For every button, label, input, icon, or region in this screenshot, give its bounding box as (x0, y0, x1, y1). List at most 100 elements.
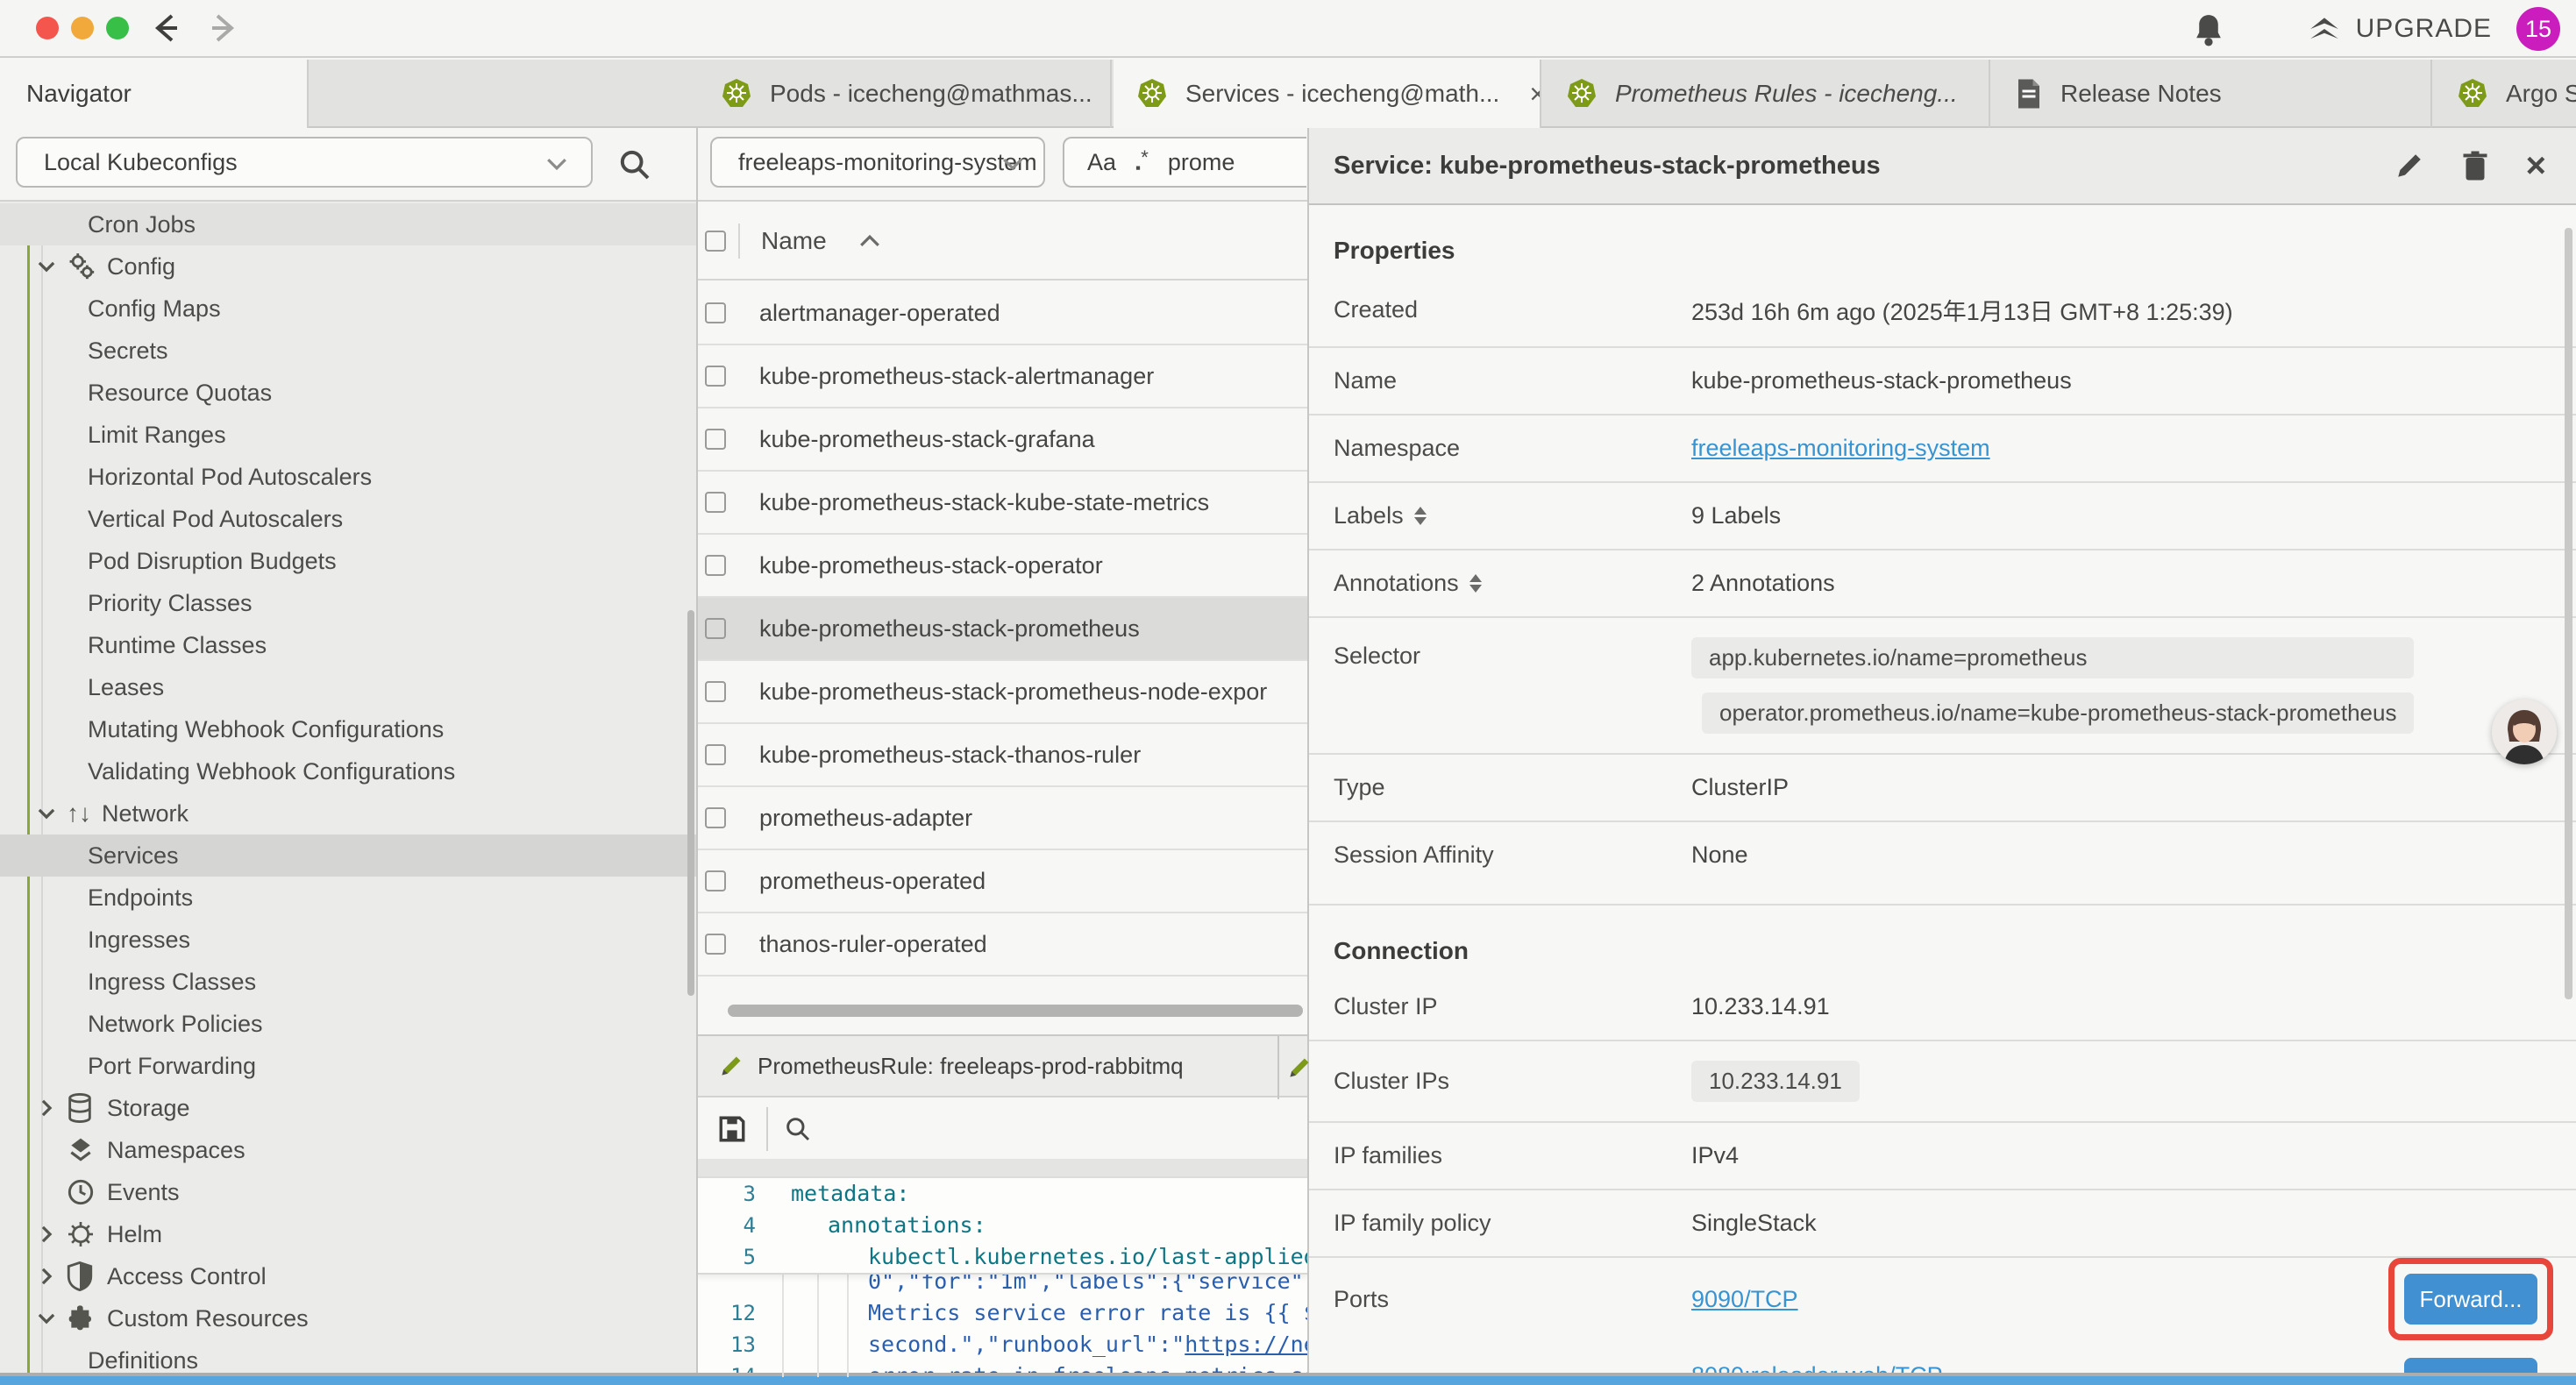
sidebar-item-ingress-classes[interactable]: Ingress Classes (0, 961, 696, 1003)
name-column-header[interactable]: Name (761, 227, 827, 255)
selector-chip[interactable]: operator.prometheus.io/name=kube-prometh… (1702, 692, 2414, 734)
table-row-selected[interactable]: kube-prometheus-stack-prometheus (698, 598, 1307, 661)
minimize-traffic-light[interactable] (71, 17, 94, 39)
table-row[interactable]: kube-prometheus-stack-operator (698, 535, 1307, 598)
sidebar-section-config[interactable]: Config (0, 245, 696, 288)
back-arrow-icon[interactable] (147, 9, 186, 47)
edit-pencil-icon[interactable] (2395, 151, 2424, 181)
row-checkbox[interactable] (705, 681, 726, 702)
upgrade-button[interactable]: UPGRADE (2307, 12, 2492, 46)
sidebar-item-endpoints[interactable]: Endpoints (0, 877, 696, 919)
sidebar-section-access-control[interactable]: Access Control (0, 1255, 696, 1297)
sidebar-item-cron-jobs[interactable]: Cron Jobs (0, 203, 696, 245)
kubeconfig-selector[interactable]: Local Kubeconfigs (16, 137, 593, 188)
sidebar-item-validating-webhook-configurations[interactable]: Validating Webhook Configurations (0, 750, 696, 792)
sidebar-item-horizontal-pod-autoscalers[interactable]: Horizontal Pod Autoscalers (0, 456, 696, 498)
sidebar-item-mutating-webhook-configurations[interactable]: Mutating Webhook Configurations (0, 708, 696, 750)
row-checkbox[interactable] (705, 870, 726, 891)
table-row[interactable]: prometheus-operated (698, 850, 1307, 913)
sidebar-item-leases[interactable]: Leases (0, 666, 696, 708)
panel-scrollbar[interactable] (2565, 228, 2572, 999)
namespace-filter-selector[interactable]: freeleaps-monitoring-system (710, 137, 1045, 188)
expand-collapse-icon[interactable] (1414, 507, 1427, 525)
editor-tab-title[interactable]: PrometheusRule: freeleaps-prod-rabbitmq (758, 1053, 1184, 1080)
table-row[interactable]: prometheus-adapter (698, 787, 1307, 850)
row-checkbox[interactable] (705, 366, 726, 387)
tab-pods[interactable]: Pods - icecheng@mathmas... (698, 60, 1112, 128)
labels-count[interactable]: 9 Labels (1691, 502, 1781, 529)
chevron-right-icon[interactable] (35, 1265, 58, 1288)
editor-search-icon[interactable] (784, 1115, 812, 1143)
sidebar-item-services-selected[interactable]: Services (0, 835, 696, 877)
row-checkbox[interactable] (705, 555, 726, 576)
table-horizontal-scrollbar[interactable] (728, 1005, 1303, 1017)
notification-count-badge[interactable]: 15 (2516, 7, 2560, 51)
sidebar-item-priority-classes[interactable]: Priority Classes (0, 582, 696, 624)
row-checkbox[interactable] (705, 934, 726, 955)
code-link[interactable]: https://net (1185, 1332, 1307, 1357)
forward-arrow-icon[interactable] (203, 9, 242, 47)
notifications-bell-icon[interactable] (2192, 12, 2225, 47)
list-search-input[interactable]: Aa ▪* prome (1063, 137, 1306, 188)
match-case-icon[interactable]: Aa (1087, 149, 1116, 176)
row-checkbox[interactable] (705, 618, 726, 639)
search-icon[interactable] (617, 147, 652, 182)
row-checkbox[interactable] (705, 492, 726, 513)
user-avatar[interactable] (2492, 700, 2557, 764)
sidebar-item-resource-quotas[interactable]: Resource Quotas (0, 372, 696, 414)
sidebar-item-ingresses[interactable]: Ingresses (0, 919, 696, 961)
sidebar-item-runtime-classes[interactable]: Runtime Classes (0, 624, 696, 666)
sidebar-item-namespaces[interactable]: Namespaces (0, 1129, 696, 1171)
annotations-count[interactable]: 2 Annotations (1691, 570, 1835, 597)
chevron-right-icon[interactable] (35, 1097, 58, 1119)
sidebar-scrollbar[interactable] (687, 610, 694, 996)
sidebar-section-network[interactable]: ↑↓ Network (0, 792, 696, 835)
regex-icon[interactable]: ▪* (1135, 146, 1149, 179)
chevron-down-icon[interactable] (35, 802, 58, 825)
table-row[interactable]: kube-prometheus-stack-kube-state-metrics (698, 472, 1307, 535)
row-checkbox[interactable] (705, 302, 726, 323)
tab-close-icon[interactable]: × (1529, 78, 1541, 110)
sidebar-item-vertical-pod-autoscalers[interactable]: Vertical Pod Autoscalers (0, 498, 696, 540)
selector-chip[interactable]: app.kubernetes.io/name=prometheus (1691, 637, 2414, 678)
save-icon[interactable] (717, 1114, 747, 1144)
tab-prometheus-rules[interactable]: Prometheus Rules - icecheng... (1543, 60, 1990, 128)
sort-ascending-icon[interactable] (858, 233, 881, 249)
chevron-down-icon[interactable] (35, 1307, 58, 1330)
sidebar-item-port-forwarding[interactable]: Port Forwarding (0, 1045, 696, 1087)
chevron-right-icon[interactable] (35, 1223, 58, 1246)
sidebar-section-storage[interactable]: Storage (0, 1087, 696, 1129)
port-link[interactable]: 9090/TCP (1691, 1286, 1943, 1313)
table-row[interactable]: kube-prometheus-stack-thanos-ruler (698, 724, 1307, 787)
cluster-ip-chip[interactable]: 10.233.14.91 (1691, 1061, 1860, 1102)
yaml-editor[interactable]: 3metadata: 4annotations: 5kubectl.kubern… (698, 1178, 1307, 1377)
delete-trash-icon[interactable] (2461, 150, 2489, 181)
table-row[interactable]: kube-prometheus-stack-grafana (698, 408, 1307, 472)
tab-services-active[interactable]: Services - icecheng@math... × (1114, 60, 1541, 128)
namespace-link[interactable]: freeleaps-monitoring-system (1691, 435, 1990, 462)
close-traffic-light[interactable] (36, 17, 59, 39)
row-checkbox[interactable] (705, 744, 726, 765)
sidebar-item-limit-ranges[interactable]: Limit Ranges (0, 414, 696, 456)
expand-collapse-icon[interactable] (1469, 574, 1482, 593)
zoom-traffic-light[interactable] (106, 17, 129, 39)
tab-release-notes[interactable]: Release Notes (1992, 60, 2432, 128)
sidebar-item-secrets[interactable]: Secrets (0, 330, 696, 372)
row-checkbox[interactable] (705, 807, 726, 828)
table-row[interactable]: kube-prometheus-stack-prometheus-node-ex… (698, 661, 1307, 724)
sidebar-section-helm[interactable]: Helm (0, 1213, 696, 1255)
select-all-checkbox[interactable] (705, 231, 726, 252)
table-row[interactable]: kube-prometheus-stack-alertmanager (698, 345, 1307, 408)
table-row[interactable]: alertmanager-operated (698, 282, 1307, 345)
navigator-panel-tab[interactable]: Navigator (0, 60, 309, 128)
table-row[interactable]: thanos-ruler-operated (698, 913, 1307, 977)
sidebar-item-network-policies[interactable]: Network Policies (0, 1003, 696, 1045)
chevron-down-icon[interactable] (35, 255, 58, 278)
sidebar-item-config-maps[interactable]: Config Maps (0, 288, 696, 330)
close-icon[interactable]: × (2526, 153, 2546, 179)
tab-argo[interactable]: Argo Se (2434, 60, 2576, 128)
sidebar-item-events[interactable]: Events (0, 1171, 696, 1213)
row-checkbox[interactable] (705, 429, 726, 450)
sidebar-item-pod-disruption-budgets[interactable]: Pod Disruption Budgets (0, 540, 696, 582)
sidebar-section-custom-resources[interactable]: Custom Resources (0, 1297, 696, 1339)
